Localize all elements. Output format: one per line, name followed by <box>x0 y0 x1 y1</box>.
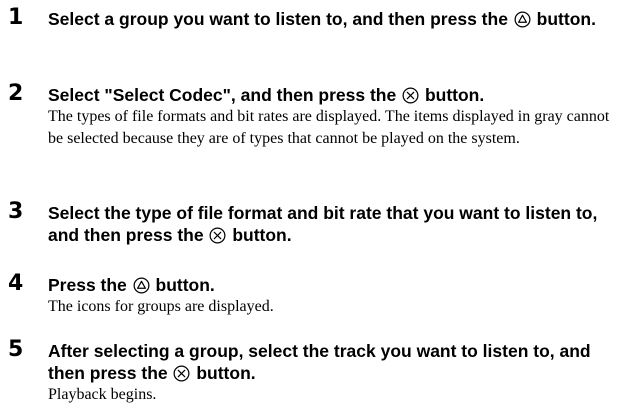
heading-text: Select "Select Codec", and then press th… <box>48 85 402 105</box>
heading-text: Select a group you want to listen to, an… <box>48 9 513 29</box>
step-heading: After selecting a group, select the trac… <box>48 340 620 384</box>
step-heading: Press the button. <box>48 274 620 296</box>
cross-button-icon <box>402 87 419 104</box>
heading-text: Press the <box>48 275 132 295</box>
step-number: 1 <box>8 5 24 30</box>
step-heading: Select a group you want to listen to, an… <box>48 8 620 30</box>
heading-text: button. <box>531 9 596 29</box>
heading-text: After selecting a group, select the trac… <box>48 341 591 383</box>
step-description: The types of file formats and bit rates … <box>48 108 610 147</box>
step-heading: Select the type of file format and bit r… <box>48 202 620 246</box>
step-number: 5 <box>8 337 24 362</box>
heading-text: button. <box>150 275 215 295</box>
triangle-button-icon <box>133 277 150 294</box>
heading-text: button. <box>227 225 292 245</box>
step-heading: Select "Select Codec", and then press th… <box>48 84 620 106</box>
heading-text: button. <box>420 85 485 105</box>
step-number: 4 <box>8 271 24 296</box>
step-description: The icons for groups are displayed. <box>48 298 274 315</box>
instructions-page: 1 Select a group you want to listen to, … <box>0 0 630 413</box>
cross-button-icon <box>209 227 226 244</box>
step-number: 3 <box>8 199 24 224</box>
cross-button-icon <box>173 365 190 382</box>
triangle-button-icon <box>514 11 531 28</box>
step-description: Playback begins. <box>48 386 157 403</box>
heading-text: Select the type of file format and bit r… <box>48 203 598 245</box>
heading-text: button. <box>191 363 256 383</box>
step-number: 2 <box>8 81 24 106</box>
